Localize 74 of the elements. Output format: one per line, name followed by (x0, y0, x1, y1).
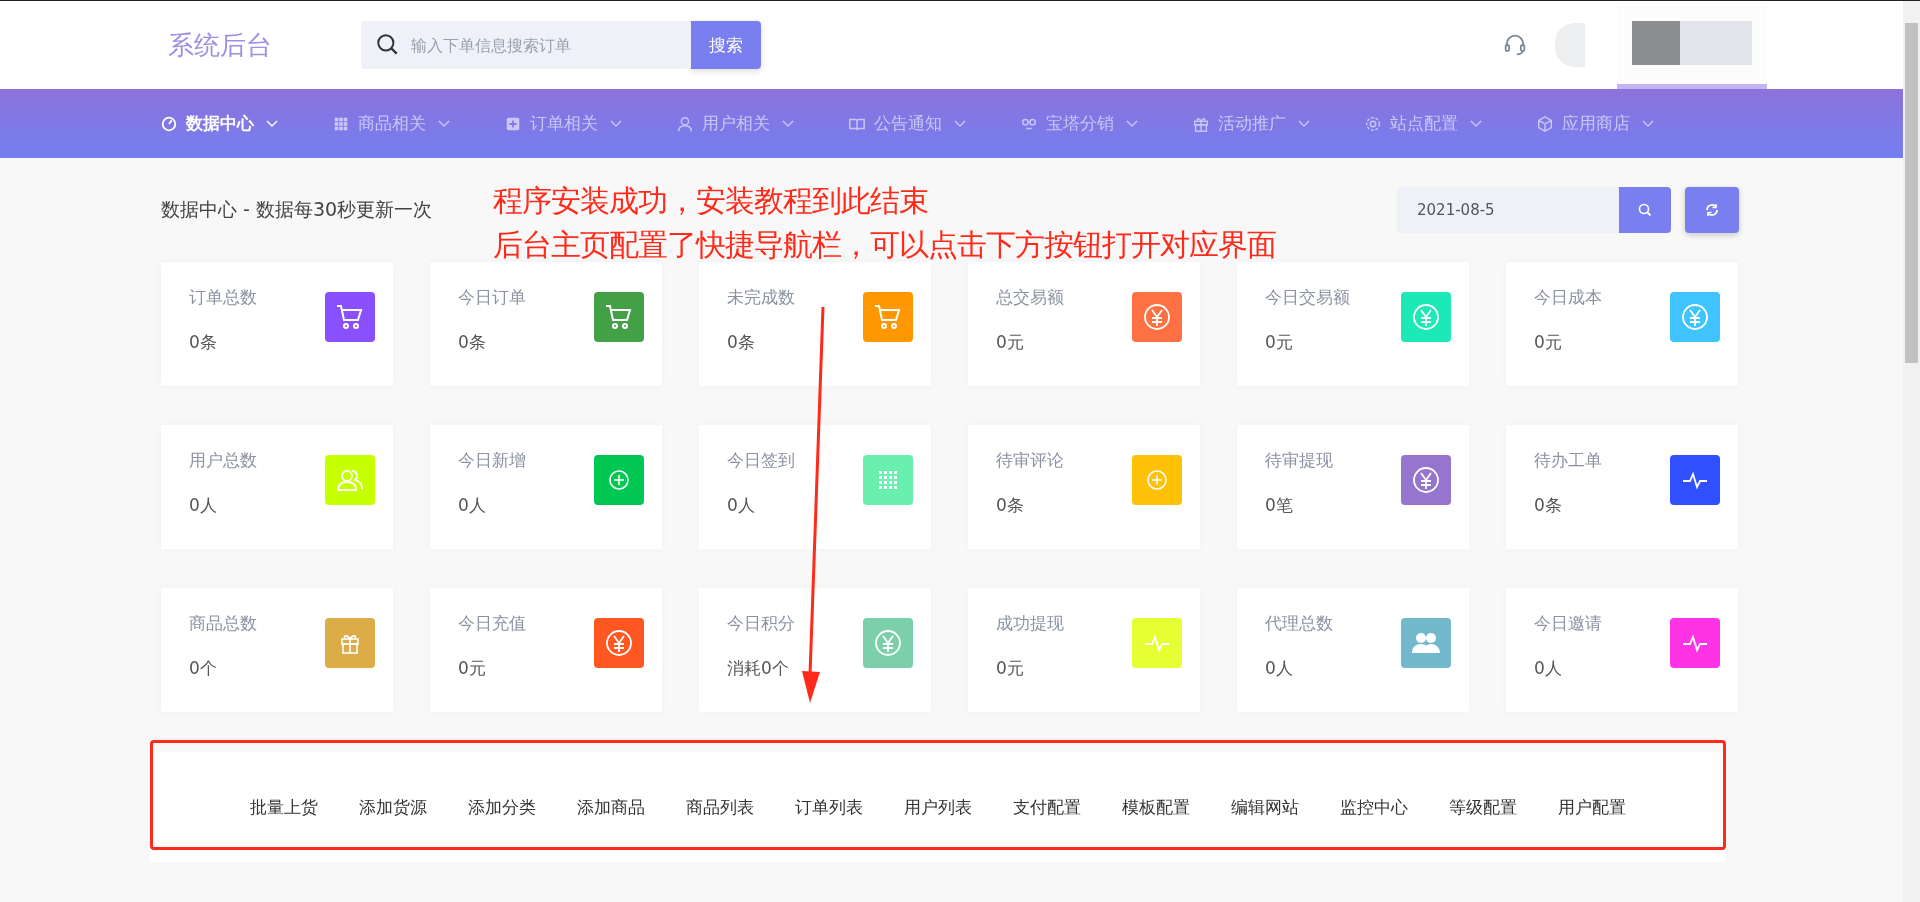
chevron-icon (266, 119, 278, 128)
stat-label: 今日积分 (727, 612, 795, 635)
stat-label: 今日订单 (458, 286, 526, 309)
chevron-icon (610, 119, 622, 128)
stat-label: 今日新增 (458, 449, 526, 472)
stat-label: 用户总数 (189, 449, 257, 472)
stat-value: 0人 (1265, 657, 1294, 680)
quick-nav-link[interactable]: 添加货源 (359, 795, 427, 819)
stat-value: 0条 (458, 331, 487, 354)
stat-value: 消耗0个 (727, 657, 790, 680)
chevron-icon (438, 119, 450, 128)
chevron-icon (1642, 119, 1654, 128)
quick-nav-link[interactable]: 用户配置 (1558, 795, 1626, 819)
stat-label: 代理总数 (1265, 612, 1333, 635)
nav-item[interactable]: 数据中心 (160, 112, 332, 135)
stat-value: 0元 (458, 657, 487, 680)
stat-label: 今日交易额 (1265, 286, 1350, 309)
stat-value: 0条 (189, 331, 218, 354)
quick-nav-link[interactable]: 等级配置 (1449, 795, 1517, 819)
stat-value: 0元 (1534, 331, 1563, 354)
gauge-icon (160, 114, 178, 133)
stat-label: 订单总数 (189, 286, 257, 309)
annotation-text: 后台主页配置了快捷导航栏，可以点击下方按钮打开对应界面 (493, 226, 1276, 264)
chevron-icon (782, 119, 794, 128)
quick-nav-link[interactable]: 批量上货 (250, 795, 318, 819)
quick-nav-link[interactable]: 商品列表 (686, 795, 754, 819)
search-field[interactable]: 输入下单信息搜索订单 (361, 21, 691, 69)
scrollbar[interactable] (1903, 1, 1920, 902)
stat-value: 0人 (1534, 657, 1563, 680)
stat-value: 0人 (727, 494, 756, 517)
logo: 系统后台 (168, 28, 273, 62)
stat-label: 总交易额 (996, 286, 1064, 309)
stat-value: 0笔 (1265, 494, 1294, 517)
refresh-button[interactable] (1685, 187, 1739, 233)
quick-nav-link[interactable]: 添加商品 (577, 795, 645, 819)
stat-value: 0条 (1534, 494, 1563, 517)
stat-label: 成功提现 (996, 612, 1064, 635)
stat-label: 今日成本 (1534, 286, 1602, 309)
stat-label: 待审评论 (996, 449, 1064, 472)
search-button[interactable] (1619, 187, 1671, 233)
quick-nav-link[interactable]: 模板配置 (1122, 795, 1190, 819)
search-icon (1637, 202, 1653, 218)
stat-value: 0条 (996, 494, 1025, 517)
gear-icon (1364, 114, 1382, 133)
stat-value: 0元 (996, 657, 1025, 680)
chevron-icon (1298, 119, 1310, 128)
stat-label: 今日邀请 (1534, 612, 1602, 635)
refresh-icon (1704, 202, 1720, 218)
quick-nav-link[interactable]: 监控中心 (1340, 795, 1408, 819)
page-title: 数据中心 - 数据每30秒更新一次 (161, 197, 433, 222)
chevron-icon (1470, 119, 1482, 128)
stat-label: 未完成数 (727, 286, 795, 309)
stat-label: 商品总数 (189, 612, 257, 635)
stat-label: 今日签到 (727, 449, 795, 472)
quick-nav-link[interactable]: 编辑网站 (1231, 795, 1299, 819)
stat-label: 待审提现 (1265, 449, 1333, 472)
stat-label: 待办工单 (1534, 449, 1602, 472)
date-field[interactable]: 2021-08-5 (1397, 187, 1619, 233)
cube-icon (1536, 114, 1554, 133)
stat-value: 0个 (189, 657, 218, 680)
annotation-text: 程序安装成功，安装教程到此结束 (493, 182, 929, 220)
stat-label: 今日充值 (458, 612, 526, 635)
quick-nav-link[interactable]: 添加分类 (468, 795, 536, 819)
stat-value: 0元 (1265, 331, 1294, 354)
quick-nav-link[interactable]: 订单列表 (795, 795, 863, 819)
chevron-icon (954, 119, 966, 128)
chevron-icon (1126, 119, 1138, 128)
stat-value: 0元 (996, 331, 1025, 354)
stat-value: 0人 (458, 494, 487, 517)
quick-nav-link[interactable]: 用户列表 (904, 795, 972, 819)
stat-value: 0条 (727, 331, 756, 354)
user-icon (676, 114, 694, 133)
quick-nav-link[interactable]: 支付配置 (1013, 795, 1081, 819)
stat-value: 0人 (189, 494, 218, 517)
